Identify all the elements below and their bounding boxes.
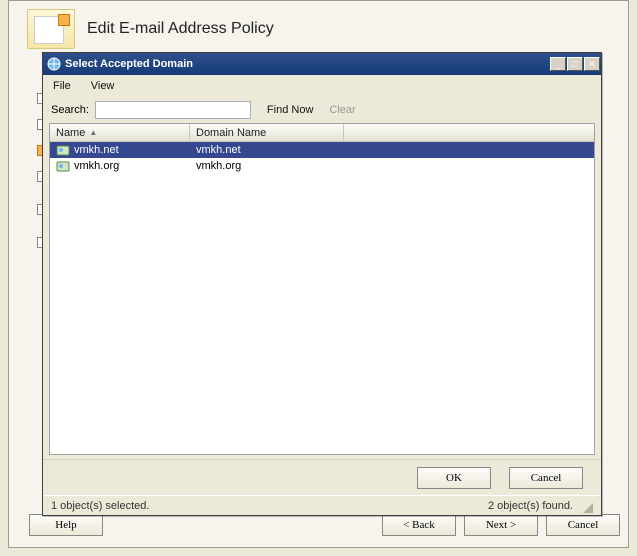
dialog-titlebar[interactable]: Select Accepted Domain _ □ ✕ [43,53,601,75]
table-row[interactable]: vmkh.net vmkh.net [50,142,594,158]
row-name: vmkh.org [74,160,119,172]
domain-icon [47,57,61,71]
find-now-link[interactable]: Find Now [267,104,313,116]
row-name: vmkh.net [74,144,119,156]
column-spacer [344,124,594,141]
status-selected: 1 object(s) selected. [51,500,149,512]
clear-link: Clear [329,104,355,116]
resize-grip-icon[interactable] [579,499,593,513]
column-domain-name[interactable]: Domain Name [190,124,344,141]
select-accepted-domain-dialog: Select Accepted Domain _ □ ✕ File View S… [42,52,602,516]
wizard-header: Edit E-mail Address Policy [27,9,274,49]
close-button[interactable]: ✕ [584,57,600,71]
row-domain: vmkh.net [196,144,241,156]
row-domain: vmkh.org [196,160,241,172]
domain-listview: Name▲ Domain Name vmkh.net vmkh.net [49,123,595,455]
ok-button[interactable]: OK [417,467,491,489]
dialog-statusbar: 1 object(s) selected. 2 object(s) found. [43,495,601,515]
search-label: Search: [51,104,89,116]
policy-icon [27,9,75,49]
status-found: 2 object(s) found. [488,500,573,512]
dialog-title: Select Accepted Domain [65,58,193,70]
listview-rows: vmkh.net vmkh.net vmkh.org vmkh.org [50,142,594,454]
wizard-cancel-button[interactable]: Cancel [546,514,620,536]
dialog-footer: OK Cancel [43,459,601,495]
wizard-title: Edit E-mail Address Policy [87,20,274,38]
listview-header: Name▲ Domain Name [50,124,594,142]
accepted-domain-icon [56,159,70,173]
column-name[interactable]: Name▲ [50,124,190,141]
minimize-button[interactable]: _ [550,57,566,71]
next-button[interactable]: Next > [464,514,538,536]
accepted-domain-icon [56,143,70,157]
help-button[interactable]: Help [29,514,103,536]
search-input[interactable] [95,101,251,119]
sort-ascending-icon: ▲ [89,128,97,137]
dialog-menubar: File View [43,75,601,97]
dialog-searchbar: Search: Find Now Clear [43,97,601,123]
back-button[interactable]: < Back [382,514,456,536]
menu-file[interactable]: File [53,80,71,92]
menu-view[interactable]: View [91,80,115,92]
table-row[interactable]: vmkh.org vmkh.org [50,158,594,174]
maximize-button[interactable]: □ [567,57,583,71]
dialog-cancel-button[interactable]: Cancel [509,467,583,489]
